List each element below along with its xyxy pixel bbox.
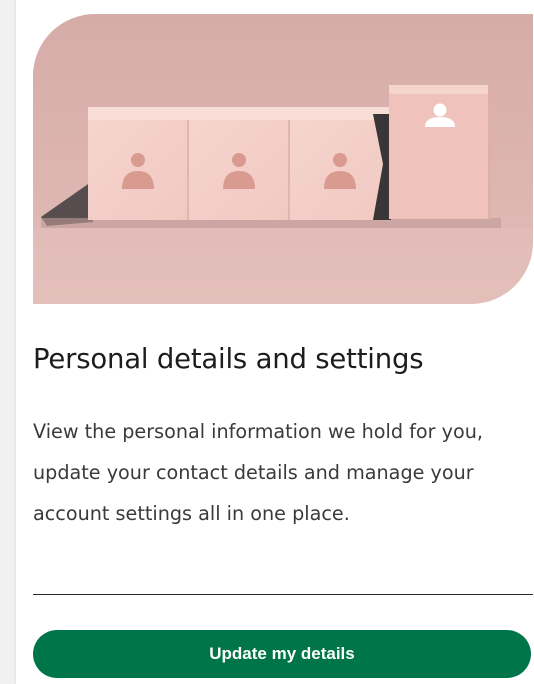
person-block-1	[88, 107, 190, 220]
divider	[33, 594, 533, 595]
card-title: Personal details and settings	[33, 343, 424, 375]
person-block-2	[189, 107, 291, 220]
hero-illustration	[33, 14, 533, 304]
person-block-4	[389, 85, 491, 219]
blocks-illustration	[33, 14, 533, 304]
personal-details-card: Personal details and settings View the p…	[16, 0, 534, 684]
update-my-details-button[interactable]: Update my details	[33, 630, 531, 678]
card-description: View the personal information we hold fo…	[33, 420, 483, 525]
